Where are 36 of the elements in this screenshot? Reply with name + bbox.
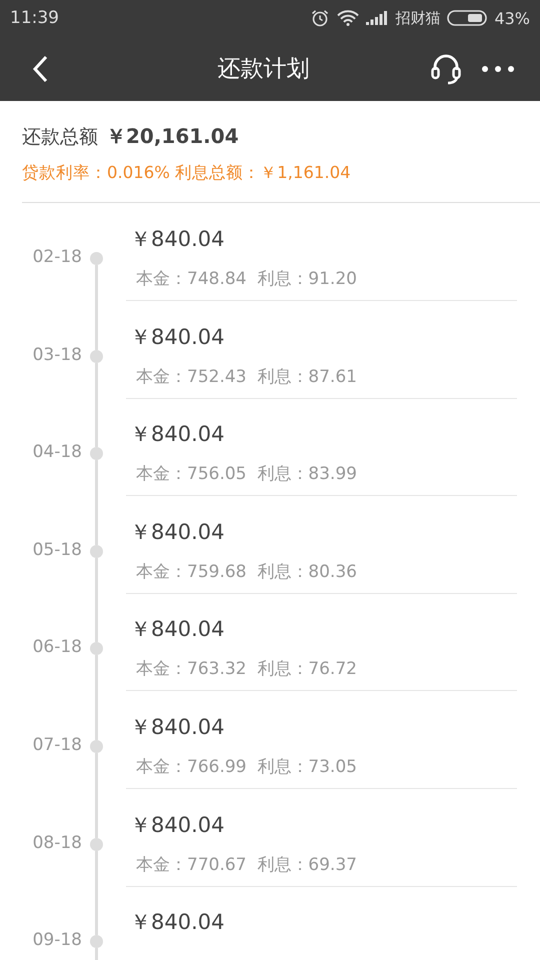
due-date: 06-18 bbox=[32, 637, 82, 660]
installment-detail: 本金：766.99 利息：73.05 bbox=[135, 756, 358, 778]
installment-amount: ￥840.04 bbox=[129, 518, 226, 546]
installment-detail: 本金：759.68 利息：80.36 bbox=[135, 560, 358, 583]
installment-detail: 本金：770.67 利息：69.37 bbox=[135, 854, 358, 876]
battery-icon bbox=[447, 10, 488, 26]
installment-amount: ￥840.04 bbox=[129, 616, 226, 644]
due-date: 09-18 bbox=[32, 930, 82, 952]
clock-time: 11:39 bbox=[10, 8, 59, 28]
page-title: 还款计划 bbox=[216, 55, 310, 84]
rate-line: 贷款利率：0.016% 利息总额：￥1,161.04 bbox=[22, 162, 352, 184]
wifi-icon bbox=[337, 10, 360, 26]
installment-amount: ￥840.04 bbox=[129, 714, 226, 741]
installment-detail: 本金：752.43 利息：87.61 bbox=[135, 366, 358, 388]
installment-detail: 本金：748.84 利息：91.20 bbox=[135, 268, 358, 290]
total-label: 还款总额 bbox=[22, 125, 98, 150]
due-date: 08-18 bbox=[32, 832, 82, 855]
carrier-name: 招财猫 bbox=[395, 8, 440, 28]
installment-amount: ￥840.04 bbox=[129, 909, 226, 936]
battery-percent: 43% bbox=[494, 8, 530, 28]
installment-amount: ￥840.04 bbox=[129, 421, 226, 448]
due-date: 04-18 bbox=[32, 442, 82, 464]
signal-icon bbox=[366, 11, 388, 25]
installment-detail: 本金：756.05 利息：83.99 bbox=[135, 463, 358, 486]
headset-icon[interactable] bbox=[429, 52, 463, 86]
due-date: 02-18 bbox=[32, 247, 82, 269]
due-date: 07-18 bbox=[32, 734, 82, 757]
installment-detail: 本金：763.32 利息：76.72 bbox=[135, 658, 358, 680]
due-date: 05-18 bbox=[32, 540, 82, 562]
installment-amount: ￥840.04 bbox=[129, 324, 226, 351]
installment-amount: ￥840.04 bbox=[129, 226, 226, 253]
due-date: 03-18 bbox=[32, 344, 82, 367]
installment-amount: ￥840.04 bbox=[129, 812, 226, 839]
alarm-icon bbox=[310, 9, 330, 27]
total-amount: ￥20,161.04 bbox=[106, 123, 239, 150]
more-icon[interactable] bbox=[481, 64, 515, 72]
